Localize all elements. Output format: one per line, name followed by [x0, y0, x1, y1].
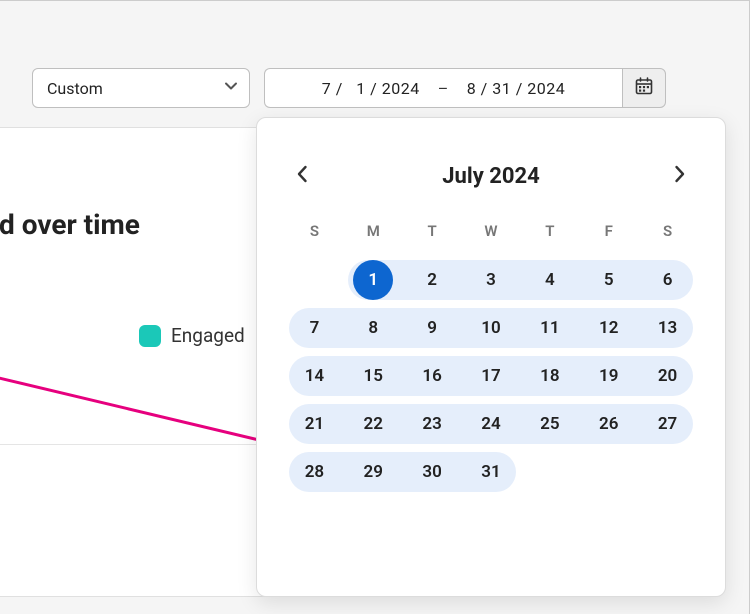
chart-series-line	[0, 378, 259, 440]
calendar-day[interactable]: 26	[589, 404, 629, 444]
calendar-day[interactable]: 24	[471, 404, 511, 444]
calendar-day[interactable]: 23	[412, 404, 452, 444]
calendar-title: July 2024	[442, 164, 539, 189]
date-range-preset-label: Custom	[47, 79, 103, 98]
chevron-down-icon	[223, 78, 239, 98]
chart-title: d over time	[0, 208, 140, 241]
calendar-day[interactable]: 22	[353, 404, 393, 444]
date-range-separator: –	[438, 79, 449, 98]
dow-label: S	[663, 216, 672, 246]
calendar-day[interactable]: 27	[648, 404, 688, 444]
calendar-day[interactable]: 29	[353, 452, 393, 492]
calendar-week-row: 28293031	[285, 448, 697, 496]
calendar-day[interactable]: 9	[412, 308, 452, 348]
chevron-left-icon	[293, 164, 313, 188]
calendar-day[interactable]: 25	[530, 404, 570, 444]
legend-label: Engaged	[171, 324, 245, 347]
calendar-prev-button[interactable]	[285, 158, 321, 194]
calendar-day[interactable]: 5	[589, 260, 629, 300]
date-range-end: 8 / 31 / 2024	[467, 79, 566, 98]
calendar-popover: July 2024 S M T W T F S 1234567891011121…	[256, 117, 726, 597]
calendar-day-empty	[530, 452, 570, 492]
calendar-week-row: 78910111213	[285, 304, 697, 352]
calendar-day[interactable]: 16	[412, 356, 452, 396]
calendar-day-empty	[648, 452, 688, 492]
calendar-day[interactable]: 4	[530, 260, 570, 300]
calendar-day[interactable]: 8	[353, 308, 393, 348]
date-range-preset-select[interactable]: Custom	[32, 68, 250, 108]
calendar-day[interactable]: 12	[589, 308, 629, 348]
calendar-day[interactable]: 13	[648, 308, 688, 348]
calendar-day-empty	[294, 260, 334, 300]
calendar-day[interactable]: 1	[353, 260, 393, 300]
calendar-day[interactable]: 15	[353, 356, 393, 396]
calendar-day-empty	[589, 452, 629, 492]
chart-legend: Engaged	[139, 324, 245, 347]
calendar-next-button[interactable]	[661, 158, 697, 194]
calendar-range-highlight	[348, 260, 693, 300]
calendar-week-row: 123456	[285, 256, 697, 304]
calendar-day[interactable]: 20	[648, 356, 688, 396]
calendar-day[interactable]: 10	[471, 308, 511, 348]
chevron-right-icon	[669, 164, 689, 188]
date-range-input-group: 7 / 1 / 2024 – 8 / 31 / 2024	[264, 68, 666, 108]
date-range-start: 7 / 1 / 2024	[322, 79, 420, 98]
calendar-header: July 2024	[285, 158, 697, 194]
date-range-input[interactable]: 7 / 1 / 2024 – 8 / 31 / 2024	[264, 68, 622, 108]
calendar-day[interactable]: 17	[471, 356, 511, 396]
dow-label: F	[605, 216, 613, 246]
calendar-day[interactable]: 19	[589, 356, 629, 396]
chart-line-plot	[0, 358, 259, 448]
calendar-icon	[634, 76, 654, 100]
dow-label: W	[484, 216, 497, 246]
calendar-dow-row: S M T W T F S	[285, 216, 697, 246]
dow-label: M	[367, 216, 380, 246]
dow-label: T	[545, 216, 554, 246]
calendar-week-row: 21222324252627	[285, 400, 697, 448]
calendar-day[interactable]: 31	[471, 452, 511, 492]
calendar-day[interactable]: 2	[412, 260, 452, 300]
toolbar: Custom 7 / 1 / 2024 – 8 / 31 / 2024	[0, 63, 749, 113]
calendar-button[interactable]	[622, 68, 666, 108]
calendar-grid: S M T W T F S 12345678910111213141516171…	[285, 216, 697, 496]
calendar-day[interactable]: 11	[530, 308, 570, 348]
dow-label: T	[428, 216, 437, 246]
chart-divider	[0, 444, 259, 445]
calendar-day[interactable]: 3	[471, 260, 511, 300]
legend-swatch	[139, 325, 161, 347]
calendar-week-row: 14151617181920	[285, 352, 697, 400]
calendar-day[interactable]: 30	[412, 452, 452, 492]
calendar-day[interactable]: 6	[648, 260, 688, 300]
dow-label: S	[310, 216, 319, 246]
calendar-day[interactable]: 18	[530, 356, 570, 396]
